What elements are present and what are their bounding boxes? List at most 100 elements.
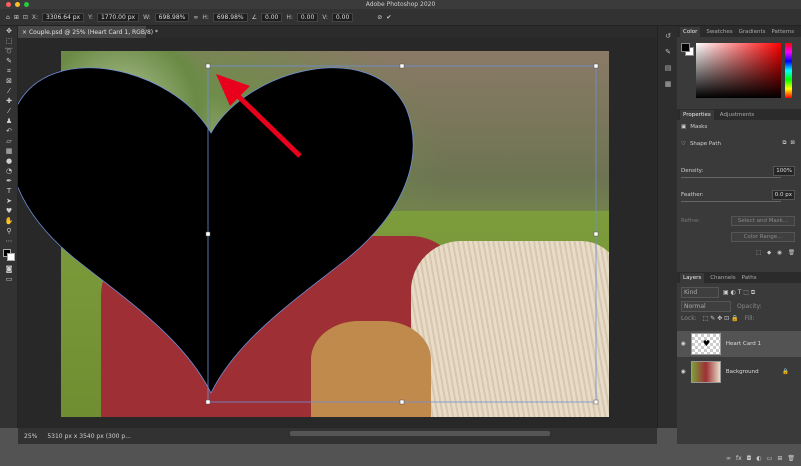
hand-tool-icon[interactable]: ✋ (0, 216, 18, 226)
color-picker-field[interactable] (696, 43, 781, 98)
heart-shape[interactable] (18, 67, 414, 394)
heart-shape-layer[interactable] (18, 38, 657, 428)
feather-field[interactable]: 0.0 px (771, 190, 795, 200)
reference-point-icon[interactable]: ⊡ (23, 14, 28, 21)
layer-visibility-icon[interactable]: ◉ (681, 369, 686, 375)
y-field[interactable]: 1770.00 px (96, 12, 140, 22)
handle-top-left[interactable] (205, 63, 211, 69)
hue-slider[interactable] (785, 43, 792, 98)
delete-layer-icon[interactable]: 🗑 (787, 455, 795, 462)
swatches-icon[interactable]: ▦ (658, 78, 678, 90)
eyedropper-tool-icon[interactable]: ⁄ (0, 86, 18, 96)
cancel-transform-icon[interactable]: ⊘ (377, 14, 382, 21)
height-field[interactable]: 698.98% (212, 12, 248, 22)
color-range-button[interactable]: Color Range... (731, 232, 795, 242)
density-slider[interactable] (681, 177, 781, 178)
tab-gradients[interactable]: Gradients (739, 29, 766, 35)
screen-mode-icon[interactable]: ▭ (0, 274, 18, 284)
adjustment-layer-icon[interactable]: ◐ (756, 455, 761, 462)
tool-preset-icon[interactable]: ⊞ (14, 14, 19, 21)
canvas-area[interactable] (18, 38, 657, 428)
tab-color[interactable]: Color (680, 26, 701, 37)
skew-h-field[interactable]: 0.00 (296, 12, 319, 22)
zoom-level[interactable]: 25% (24, 433, 37, 440)
handle-bottom-left[interactable] (205, 399, 211, 405)
history-brush-tool-icon[interactable]: ↶ (0, 126, 18, 136)
quick-mask-icon[interactable]: ◙ (0, 264, 18, 274)
frame-tool-icon[interactable]: ⊠ (0, 76, 18, 86)
zoom-tool-icon[interactable]: ⚲ (0, 226, 18, 236)
tab-adjustments[interactable]: Adjustments (720, 112, 754, 118)
document-info[interactable]: 5310 px x 3540 px (300 p... (47, 433, 131, 440)
tab-properties[interactable]: Properties (680, 109, 714, 120)
blur-tool-icon[interactable]: ● (0, 156, 18, 166)
layer-row-background[interactable]: ◉ Background 🔒 (677, 359, 801, 385)
blend-mode-select[interactable]: Normal (681, 301, 731, 312)
home-icon[interactable]: ⌂ (6, 14, 10, 21)
new-group-icon[interactable]: ▭ (767, 455, 773, 462)
delete-mask-icon[interactable]: 🗑 (788, 250, 795, 256)
shape-tool-icon[interactable]: ♥ (0, 206, 18, 216)
tab-close-icon[interactable]: × (22, 29, 27, 36)
apply-mask-icon[interactable]: ⊠ (790, 140, 795, 147)
handle-bottom[interactable] (399, 399, 405, 405)
layer-visibility-icon[interactable]: ◉ (681, 341, 686, 347)
libraries-icon[interactable]: ▤ (658, 62, 678, 74)
handle-top-right[interactable] (593, 63, 599, 69)
load-selection-icon[interactable]: ⬚ (756, 250, 761, 256)
more-tools-icon[interactable]: ⋯ (0, 236, 18, 246)
tab-paths[interactable]: Paths (742, 275, 757, 281)
handle-right[interactable] (593, 231, 599, 237)
apply-icon[interactable]: ◆ (767, 250, 771, 256)
select-and-mask-button[interactable]: Select and Mask... (731, 216, 795, 226)
path-selection-tool-icon[interactable]: ➤ (0, 196, 18, 206)
type-tool-icon[interactable]: T (0, 186, 18, 196)
layer-name[interactable]: Heart Card 1 (726, 341, 761, 347)
tab-swatches[interactable]: Swatches (706, 29, 732, 35)
feather-slider[interactable] (681, 201, 781, 202)
brush-tool-icon[interactable]: ⁄ (0, 106, 18, 116)
handle-bottom-right[interactable] (593, 399, 599, 405)
skew-v-field[interactable]: 0.00 (331, 12, 354, 22)
document-tab[interactable]: × Couple.psd @ 25% (Heart Card 1, RGB/8)… (18, 26, 158, 38)
angle-field[interactable]: 0.00 (261, 12, 283, 22)
lock-icons[interactable]: ⬚ ✎ ✥ ⊡ 🔒 (703, 315, 739, 322)
pen-tool-icon[interactable]: ✒ (0, 176, 18, 186)
masks-icon: ▣ (681, 124, 687, 130)
add-mask-icon[interactable]: ⧉ (782, 140, 786, 147)
add-mask-icon[interactable]: ◘ (747, 455, 752, 462)
marquee-tool-icon[interactable]: ⬚ (0, 36, 18, 46)
history-icon[interactable]: ↺ (658, 30, 678, 42)
handle-left[interactable] (205, 231, 211, 237)
tab-channels[interactable]: Channels (710, 275, 735, 281)
foreground-color-swatch[interactable] (681, 43, 690, 52)
layer-name[interactable]: Background (726, 369, 759, 375)
tab-patterns[interactable]: Patterns (771, 29, 794, 35)
quick-select-tool-icon[interactable]: ✎ (0, 56, 18, 66)
link-icon[interactable]: ∞ (193, 14, 198, 21)
link-layers-icon[interactable]: ∞ (726, 455, 731, 462)
gradient-tool-icon[interactable]: ▦ (0, 146, 18, 156)
brush-settings-icon[interactable]: ✎ (658, 46, 678, 58)
crop-tool-icon[interactable]: ⌗ (0, 66, 18, 76)
horizontal-scrollbar[interactable] (290, 431, 550, 436)
filter-icons[interactable]: ▣ ◐ T ⬚ ⧉ (723, 289, 755, 297)
color-swatches[interactable] (0, 246, 17, 264)
commit-transform-icon[interactable]: ✔ (386, 14, 391, 21)
lasso-tool-icon[interactable]: ➰ (0, 46, 18, 56)
visibility-icon[interactable]: ◉ (777, 250, 782, 256)
tab-layers[interactable]: Layers (680, 272, 705, 283)
handle-top[interactable] (399, 63, 405, 69)
x-field[interactable]: 3306.64 px (42, 12, 85, 22)
layer-style-icon[interactable]: fx (736, 455, 742, 462)
density-field[interactable]: 100% (773, 166, 795, 176)
dodge-tool-icon[interactable]: ◔ (0, 166, 18, 176)
width-field[interactable]: 698.98% (154, 12, 190, 22)
eraser-tool-icon[interactable]: ▱ (0, 136, 18, 146)
move-tool-icon[interactable]: ✥ (0, 26, 18, 36)
layer-filter-kind[interactable]: Kind (681, 287, 719, 298)
new-layer-icon[interactable]: ⊞ (777, 455, 782, 462)
healing-brush-tool-icon[interactable]: ✚ (0, 96, 18, 106)
layer-row-heart-card[interactable]: ◉ ♥ Heart Card 1 (677, 331, 801, 357)
clone-stamp-tool-icon[interactable]: ♟ (0, 116, 18, 126)
